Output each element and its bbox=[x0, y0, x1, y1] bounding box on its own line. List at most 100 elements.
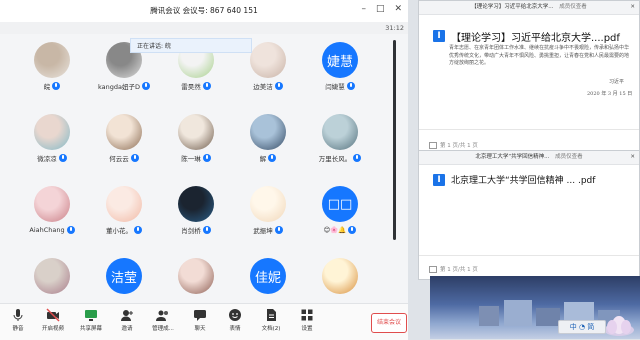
minimize-icon[interactable]: – bbox=[361, 4, 366, 18]
input-method-tray[interactable]: 中 ◔ 简 bbox=[558, 320, 606, 334]
avatar bbox=[34, 114, 70, 150]
avatar bbox=[250, 186, 286, 222]
members-icon bbox=[146, 308, 180, 322]
participant-tile[interactable]: 洁莹 bbox=[88, 254, 160, 306]
invite-button[interactable]: 邀请 bbox=[110, 306, 144, 338]
timer-bar: 31:12 bbox=[0, 22, 408, 34]
participant-grid: 皖 kangda妞子D 雷昊然 边美洁 婕慧 闫婕慧微凉凉 何云云 陈一琳 解 万里长风。 Aiah… bbox=[16, 38, 376, 306]
mic-icon bbox=[142, 81, 150, 90]
page-indicator-text: 第 1 页/共 1 页 bbox=[440, 143, 478, 149]
avatar bbox=[178, 114, 214, 150]
participant-name: 肖剑桥 bbox=[181, 226, 201, 235]
avatar bbox=[178, 258, 214, 294]
avatar bbox=[106, 114, 142, 150]
page-indicator: 第 1 页/共 1 页 bbox=[429, 141, 478, 149]
document-button[interactable]: 文档(2) bbox=[254, 306, 288, 338]
participant-name-row: 闫婕慧 bbox=[304, 80, 376, 91]
mic-icon bbox=[130, 153, 139, 162]
toolbar-label: 管理成... bbox=[152, 326, 174, 332]
mic-icon bbox=[353, 153, 362, 162]
participant-name-row: 边美洁 bbox=[232, 80, 304, 91]
avatar bbox=[178, 186, 214, 222]
divider bbox=[419, 129, 639, 130]
document-window-title: 北京理工大学“共学回信精神... bbox=[475, 154, 550, 160]
mic-icon bbox=[348, 225, 357, 234]
document-signoff: 习近平 bbox=[609, 79, 625, 85]
view-mode-label[interactable]: 成员仅查看 bbox=[555, 154, 583, 160]
participant-tile[interactable]: □□ 😊🌸🔔 bbox=[304, 182, 376, 252]
participant-name-row: kangda妞子D bbox=[88, 80, 160, 91]
participant-name: 闫婕慧 bbox=[325, 82, 345, 91]
participant-tile[interactable]: 董小花。 bbox=[88, 182, 160, 252]
mic-icon bbox=[52, 81, 61, 90]
participant-name: kangda妞子D bbox=[98, 82, 140, 91]
toolbar-label: 设置 bbox=[301, 326, 313, 332]
document-window-title: 【理论学习】习近平给北京大学... bbox=[471, 4, 554, 10]
avatar: 佳妮 bbox=[250, 258, 286, 294]
document-name: 【理论学习】习近平给北京大学....pdf bbox=[451, 33, 620, 44]
page-indicator: 第 1 页/共 1 页 bbox=[429, 265, 478, 273]
participant-name: 董小花。 bbox=[106, 226, 132, 235]
participant-tile[interactable]: 婕慧 闫婕慧 bbox=[304, 38, 376, 108]
document-window-titlebar: 北京理工大学“共学回信精神... 成员仅查看 ✕ bbox=[419, 151, 639, 165]
microphone-button[interactable]: 静音 bbox=[1, 306, 35, 338]
camera-off-icon bbox=[36, 308, 70, 322]
pdf-logo-icon: Ⅰ bbox=[433, 30, 445, 42]
participant-tile[interactable] bbox=[304, 254, 376, 306]
share-screen-icon bbox=[74, 308, 108, 322]
end-meeting-button[interactable]: 结束会议 bbox=[371, 313, 407, 333]
window-controls: – □ ✕ bbox=[361, 4, 402, 18]
toolbar-label: 共享屏幕 bbox=[79, 326, 102, 332]
participant-name: 微凉凉 bbox=[37, 154, 57, 163]
avatar bbox=[250, 114, 286, 150]
close-icon[interactable]: ✕ bbox=[630, 151, 635, 164]
participant-tile[interactable]: 解 bbox=[232, 110, 304, 180]
share-screen-button[interactable]: 共享屏幕 bbox=[74, 306, 108, 338]
members-button[interactable]: 管理成... bbox=[146, 306, 180, 338]
view-mode-label[interactable]: 成员仅查看 bbox=[559, 4, 587, 10]
document-window-2: 北京理工大学“共学回信精神... 成员仅查看 ✕ Ⅰ 北京理工大学“共学回信精神… bbox=[418, 150, 640, 280]
participant-tile[interactable]: 肖剑桥 bbox=[160, 182, 232, 252]
participant-tile[interactable]: 微凉凉 bbox=[16, 110, 88, 180]
participant-name: 雷昊然 bbox=[181, 82, 201, 91]
participant-tile[interactable] bbox=[160, 254, 232, 306]
participant-name-row: 武振坤 bbox=[232, 224, 304, 235]
participant-name-row: 😊🌸🔔 bbox=[304, 224, 376, 235]
emoji-button[interactable]: 表情 bbox=[218, 306, 252, 338]
meeting-title: 腾讯会议 会议号: 867 640 151 bbox=[150, 6, 258, 15]
meeting-timer: 31:12 bbox=[385, 24, 404, 32]
participant-name-row: 雷昊然 bbox=[160, 80, 232, 91]
grid-scrollbar[interactable] bbox=[393, 40, 396, 240]
participant-name: 何云云 bbox=[109, 154, 129, 163]
wallpaper-lotus-image bbox=[604, 316, 634, 336]
participant-name: 解 bbox=[259, 154, 267, 163]
invite-icon bbox=[110, 308, 144, 322]
speaking-indicator: 正在讲话: 皖 bbox=[130, 38, 252, 53]
participant-tile[interactable]: AiahChang bbox=[16, 182, 88, 252]
settings-button[interactable]: 设置 bbox=[290, 306, 324, 338]
mic-icon bbox=[202, 225, 211, 234]
participant-tile[interactable] bbox=[16, 254, 88, 306]
mic-icon bbox=[274, 81, 283, 90]
participant-tile[interactable]: 佳妮 bbox=[232, 254, 304, 306]
participant-name-row: 肖剑桥 bbox=[160, 224, 232, 235]
toolbar-label: 静音 bbox=[12, 326, 24, 332]
close-icon[interactable]: ✕ bbox=[630, 1, 635, 14]
participant-tile[interactable]: 何云云 bbox=[88, 110, 160, 180]
settings-icon bbox=[290, 308, 324, 322]
chat-button[interactable]: 聊天 bbox=[183, 306, 217, 338]
close-icon[interactable]: ✕ bbox=[394, 4, 402, 18]
title-bar: 腾讯会议 会议号: 867 640 151 – □ ✕ bbox=[0, 0, 408, 23]
mic-icon bbox=[134, 225, 142, 234]
camera-off-button[interactable]: 开启视频 bbox=[36, 306, 70, 338]
document-date: 2020 年 3 月 15 日 bbox=[587, 91, 633, 97]
participant-tile[interactable]: 皖 bbox=[16, 38, 88, 108]
participant-name-row: 万里长风。 bbox=[304, 152, 376, 163]
participant-tile[interactable]: 万里长风。 bbox=[304, 110, 376, 180]
participant-tile[interactable]: 武振坤 bbox=[232, 182, 304, 252]
maximize-icon[interactable]: □ bbox=[376, 4, 385, 18]
emoji-icon bbox=[218, 308, 252, 322]
participant-tile[interactable]: 陈一琳 bbox=[160, 110, 232, 180]
participant-name: 边美洁 bbox=[253, 82, 273, 91]
avatar bbox=[34, 258, 70, 294]
